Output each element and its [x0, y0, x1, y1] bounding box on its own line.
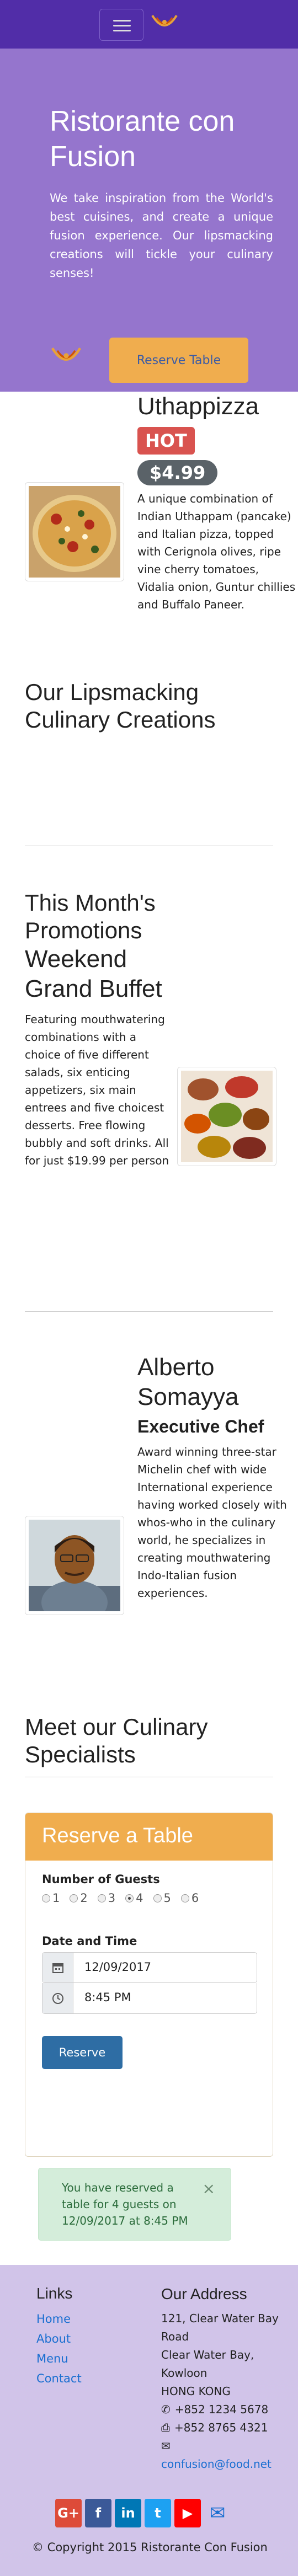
- radio-button[interactable]: [70, 1894, 78, 1902]
- reservation-form: Number of Guests 1 2 3 4 5 6 Date and Time 12…: [25, 1861, 273, 2081]
- leader-section: Alberto Somayya Executive Chef Award win…: [25, 1312, 287, 1777]
- promotion-image: [177, 1067, 276, 1166]
- fax-number: +852 8765 4321: [174, 2421, 268, 2434]
- calendar-icon: [42, 1953, 73, 1982]
- radio-button[interactable]: [97, 1894, 106, 1902]
- promotion-name: Weekend Grand Buffet: [25, 945, 162, 1002]
- address-line: HONG KONG: [161, 2385, 231, 2398]
- twitter-icon[interactable]: t: [145, 2499, 171, 2527]
- reservation-alert: You have reserved a table for 4 guests o…: [38, 2168, 231, 2241]
- guests-label: Number of Guests: [42, 1873, 160, 1886]
- jumbotron-title: Ristorante con Fusion: [50, 105, 235, 173]
- radio-button[interactable]: [180, 1894, 189, 1902]
- hamburger-icon-bar: [113, 25, 131, 26]
- leader-description: Award winning three-star Michelin chef w…: [137, 1445, 287, 1600]
- featured-dish-section: Uthappizza HOT $4.99 A unique combinatio…: [25, 392, 295, 846]
- leader-designation: Executive Chef: [137, 1417, 264, 1436]
- hamburger-icon: [113, 20, 131, 22]
- reservation-card: Reserve a Table Number of Guests 1 2 3 4 5 6 …: [25, 1813, 273, 2157]
- radio-label: 4: [136, 1891, 143, 1905]
- date-value[interactable]: 12/09/2017: [73, 1953, 162, 1982]
- promotion-description: Featuring mouthwatering combinations wit…: [25, 1013, 169, 1167]
- social-links: G+ f in t ▶ ✉: [55, 2499, 231, 2527]
- email-link[interactable]: confusion@food.net: [161, 2455, 294, 2473]
- leader-name: Alberto Somayya: [137, 1354, 239, 1410]
- facebook-icon[interactable]: f: [85, 2499, 111, 2527]
- reservation-section: Reserve a Table Number of Guests 1 2 3 4 5 6 …: [25, 1813, 273, 2265]
- radio-label: 2: [80, 1891, 88, 1905]
- leader-details: Alberto Somayya Executive Chef Award win…: [137, 1353, 297, 1602]
- dish-name: Uthappizza: [137, 393, 259, 420]
- time-input[interactable]: 8:45 PM: [42, 1983, 257, 2014]
- hamburger-icon-bar: [113, 30, 131, 31]
- radio-label: 1: [52, 1891, 60, 1905]
- radio-button[interactable]: [42, 1894, 50, 1902]
- dish-image: [25, 482, 124, 581]
- restaurant-logo-icon[interactable]: [149, 10, 180, 38]
- guests-radio-option[interactable]: 5: [153, 1891, 171, 1905]
- date-input[interactable]: 12/09/2017: [42, 1952, 257, 1983]
- envelope-icon: ✉: [161, 2439, 171, 2452]
- navbar: [0, 0, 298, 49]
- guests-radio-option[interactable]: 6: [180, 1891, 199, 1905]
- address-line: Clear Water Bay, Kowloon: [161, 2348, 254, 2380]
- close-icon[interactable]: ×: [203, 2180, 215, 2197]
- jumbotron: Ristorante con Fusion We take inspiratio…: [0, 49, 298, 392]
- fax-icon: ⎙: [161, 2421, 170, 2434]
- google-plus-icon[interactable]: G+: [55, 2499, 82, 2527]
- hot-badge: HOT: [137, 427, 195, 455]
- radio-label: 3: [108, 1891, 116, 1905]
- footer: Links Home About Menu Contact Our Addres…: [0, 2265, 298, 2576]
- reserve-submit-button[interactable]: Reserve: [42, 2036, 123, 2069]
- youtube-icon[interactable]: ▶: [174, 2499, 201, 2527]
- phone-number: +852 1234 5678: [174, 2403, 269, 2416]
- guests-radio-option[interactable]: 1: [42, 1891, 60, 1905]
- radio-label: 6: [191, 1891, 199, 1905]
- jumbotron-text: We take inspiration from the World's bes…: [50, 191, 273, 280]
- time-value[interactable]: 8:45 PM: [73, 1983, 142, 2013]
- guests-radio-option[interactable]: 3: [97, 1891, 116, 1905]
- price-badge: $4.99: [137, 460, 218, 485]
- promotion-details: Weekend Grand Buffet Featuring mouthwate…: [25, 944, 169, 1169]
- dish-description: A unique combination of Indian Uthappam …: [137, 492, 296, 611]
- restaurant-logo-icon: [49, 341, 84, 375]
- radio-button[interactable]: [153, 1894, 162, 1902]
- promotion-section: This Month's Promotions Weekend Grand Bu…: [25, 846, 276, 1312]
- section-heading: Our Lipsmacking Culinary Creations: [25, 679, 216, 733]
- radio-button[interactable]: [125, 1894, 134, 1902]
- reservation-title: Reserve a Table: [25, 1813, 273, 1861]
- alert-text: You have reserved a table for 4 guests o…: [62, 2181, 188, 2227]
- address-heading: Our Address: [161, 2285, 247, 2302]
- address-line: 121, Clear Water Bay Road: [161, 2312, 279, 2343]
- guests-radio-option[interactable]: 4: [125, 1891, 143, 1905]
- footer-address: Our Address 121, Clear Water Bay Road Cl…: [161, 2285, 294, 2473]
- section-heading: This Month's Promotions: [25, 890, 156, 943]
- guests-radio-option[interactable]: 2: [70, 1891, 88, 1905]
- section-heading: Meet our Culinary Specialists: [25, 1714, 208, 1767]
- clock-icon: [42, 1983, 73, 2013]
- radio-label: 5: [163, 1891, 171, 1905]
- linkedin-icon[interactable]: in: [115, 2499, 141, 2527]
- reserve-table-button[interactable]: Reserve Table: [109, 338, 248, 383]
- copyright: © Copyright 2015 Ristorante Con Fusion: [32, 2541, 268, 2554]
- datetime-label: Date and Time: [42, 1934, 137, 1948]
- dish-details: Uthappizza HOT $4.99 A unique combinatio…: [137, 392, 297, 613]
- phone-icon: ✆: [161, 2403, 171, 2416]
- leader-image: [25, 1516, 124, 1624]
- navbar-toggler-button[interactable]: [99, 9, 143, 41]
- guests-radio-group: 1 2 3 4 5 6: [42, 1891, 256, 1905]
- mail-icon[interactable]: ✉: [204, 2499, 231, 2527]
